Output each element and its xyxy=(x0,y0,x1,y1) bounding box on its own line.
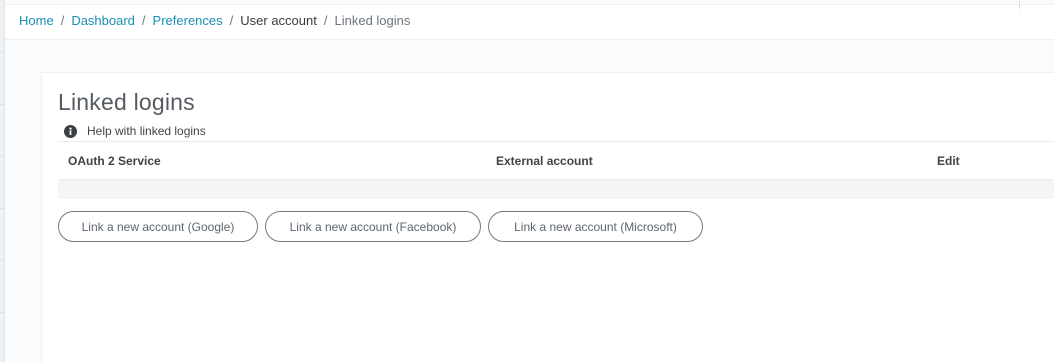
left-edge-tick xyxy=(0,156,4,157)
left-edge-tick xyxy=(0,104,4,105)
left-edge-tick xyxy=(0,52,4,53)
link-microsoft-button[interactable]: Link a new account (Microsoft) xyxy=(488,211,703,242)
link-account-buttons: Link a new account (Google) Link a new a… xyxy=(58,211,710,242)
table-empty-cell xyxy=(937,180,1054,199)
left-edge-tick xyxy=(0,312,4,313)
left-edge-tick xyxy=(0,208,4,209)
left-edge xyxy=(0,0,5,362)
table-header-row: OAuth 2 Service External account Edit xyxy=(58,141,1054,181)
breadcrumb-separator: / xyxy=(229,13,234,28)
breadcrumb-dashboard-link[interactable]: Dashboard xyxy=(71,13,135,28)
table-empty-cell xyxy=(58,180,496,199)
left-edge-tick xyxy=(0,260,4,261)
linked-logins-card: Linked logins Help with linked logins OA… xyxy=(41,72,1054,362)
info-circle-icon[interactable] xyxy=(64,124,77,138)
help-link[interactable]: Help with linked logins xyxy=(64,124,206,138)
table-empty-row xyxy=(58,180,1054,199)
viewport: Home / Dashboard / Preferences / User account /… xyxy=(0,0,1054,362)
breadcrumb-separator: / xyxy=(141,13,146,28)
breadcrumb-bar-corner xyxy=(1019,1,1020,9)
linked-logins-table: OAuth 2 Service External account Edit xyxy=(58,141,1054,199)
table-empty-cell xyxy=(496,180,937,199)
column-header-external-account: External account xyxy=(496,141,937,181)
help-text[interactable]: Help with linked logins xyxy=(87,124,206,138)
breadcrumb-separator: / xyxy=(60,13,65,28)
breadcrumb: Home / Dashboard / Preferences / User account /… xyxy=(19,13,410,29)
column-header-edit: Edit xyxy=(937,141,1054,181)
column-header-service: OAuth 2 Service xyxy=(58,141,496,181)
breadcrumb-current: Linked logins xyxy=(334,13,411,28)
breadcrumb-user-account: User account xyxy=(240,13,317,28)
page-title: Linked logins xyxy=(58,89,195,115)
breadcrumb-bar: Home / Dashboard / Preferences / User account /… xyxy=(5,1,1054,40)
breadcrumb-preferences-link[interactable]: Preferences xyxy=(153,13,223,28)
breadcrumb-separator: / xyxy=(323,13,328,28)
link-facebook-button[interactable]: Link a new account (Facebook) xyxy=(265,211,481,242)
breadcrumb-home-link[interactable]: Home xyxy=(19,13,54,28)
link-google-button[interactable]: Link a new account (Google) xyxy=(58,211,258,242)
